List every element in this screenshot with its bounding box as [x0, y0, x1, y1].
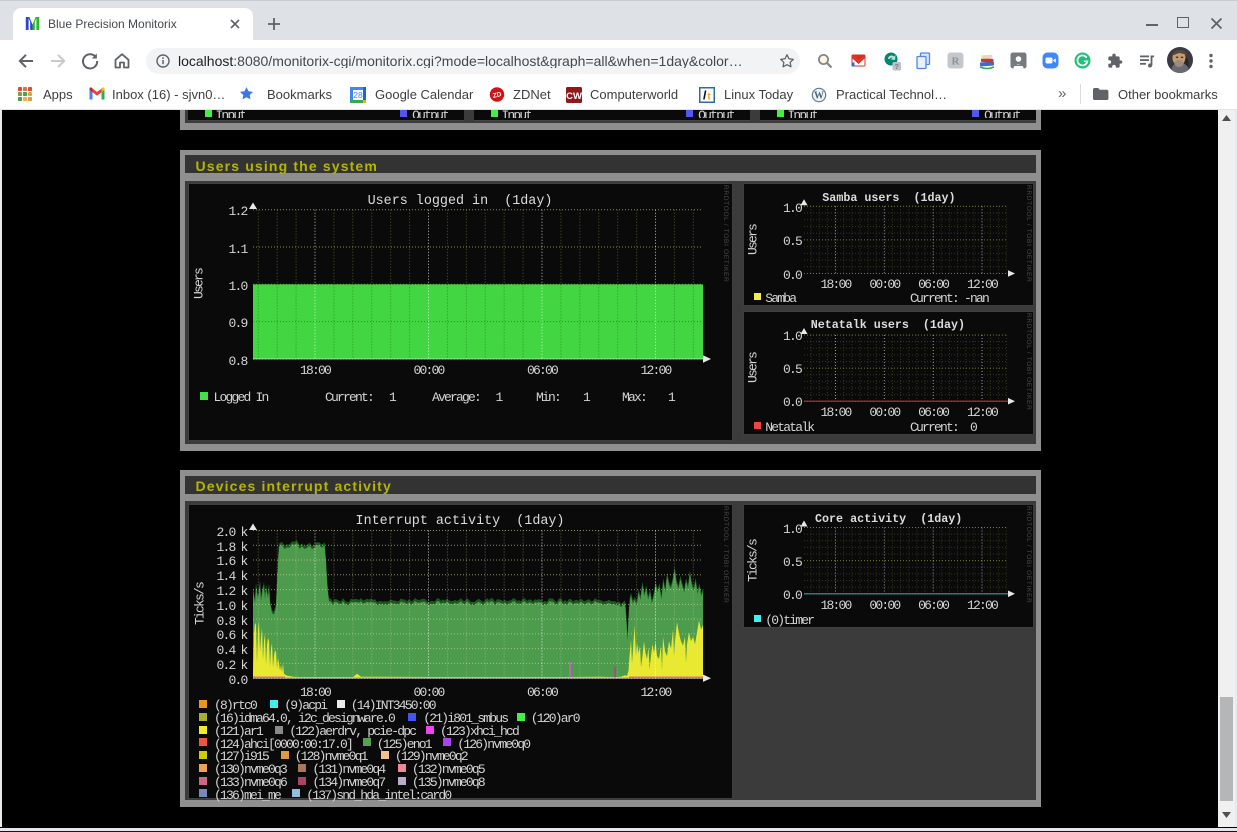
svg-text:28: 28	[353, 90, 363, 100]
svg-text:?: ?	[894, 62, 899, 71]
svg-text:W: W	[814, 90, 824, 101]
svg-text:R: R	[952, 56, 961, 68]
svg-text:CW: CW	[566, 91, 582, 102]
